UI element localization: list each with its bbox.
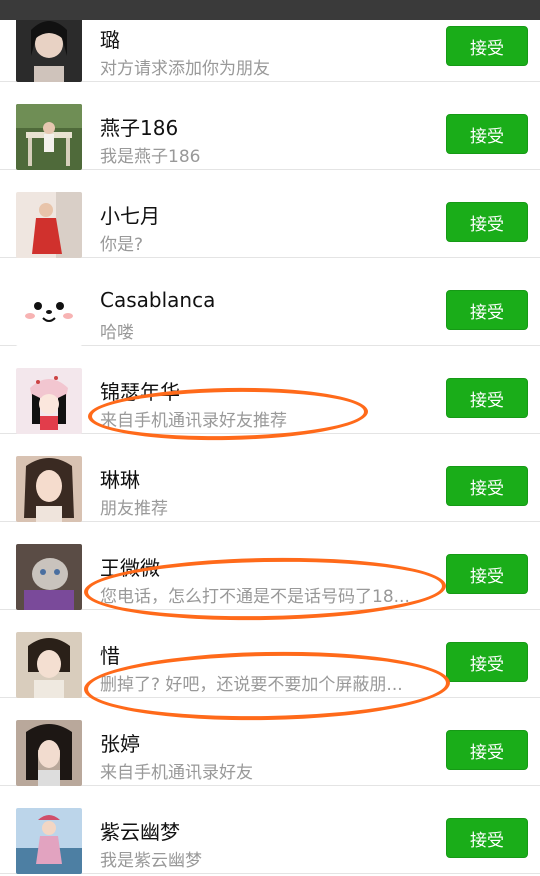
contact-name: 璐 (100, 28, 120, 52)
photo-avatar-icon[interactable] (16, 456, 82, 522)
list-item[interactable]: 小七月 你是? 接受 (0, 170, 540, 258)
contact-name: 紫云幽梦 (100, 820, 180, 844)
list-item[interactable]: 王微微 您电话，怎么打不通是不是话号码了18... 接受 (0, 522, 540, 610)
photo-avatar-icon[interactable] (16, 720, 82, 786)
list-item[interactable]: 紫云幽梦 我是紫云幽梦 接受 (0, 786, 540, 874)
contact-name: 惜 (100, 644, 120, 668)
request-message: 对方请求添加你为朋友 (100, 59, 270, 79)
contact-name: Casablanca (100, 288, 216, 312)
request-message: 朋友推荐 (100, 499, 168, 519)
list-item[interactable]: 张婷 来自手机通讯录好友 接受 (0, 698, 540, 786)
contact-name: 燕子186 (100, 116, 179, 140)
cartoon-seal-icon[interactable] (16, 280, 82, 346)
list-item[interactable]: 锦瑟年华 来自手机通讯录好友推荐 接受 (0, 346, 540, 434)
request-message: 你是? (100, 235, 144, 255)
photo-avatar-icon[interactable] (16, 192, 82, 258)
request-message: 我是燕子186 (100, 147, 201, 167)
contact-name: 张婷 (100, 732, 140, 756)
accept-button[interactable]: 接受 (446, 202, 528, 242)
accept-button[interactable]: 接受 (446, 730, 528, 770)
accept-button[interactable]: 接受 (446, 378, 528, 418)
accept-button[interactable]: 接受 (446, 290, 528, 330)
accept-button[interactable]: 接受 (446, 818, 528, 858)
contact-name: 锦瑟年华 (100, 380, 180, 404)
request-message: 来自手机通讯录好友推荐 (100, 411, 287, 431)
request-message: 我是紫云幽梦 (100, 851, 202, 871)
contact-name: 王微微 (100, 556, 160, 580)
request-message: 您电话，怎么打不通是不是话号码了18... (100, 587, 410, 607)
accept-button[interactable]: 接受 (446, 466, 528, 506)
accept-button[interactable]: 接受 (446, 642, 528, 682)
request-message: 来自手机通讯录好友 (100, 763, 253, 783)
list-item[interactable]: 琳琳 朋友推荐 接受 (0, 434, 540, 522)
cartoon-girl-icon[interactable] (16, 368, 82, 434)
photo-avatar-icon[interactable] (16, 808, 82, 874)
status-bar-overlay (0, 0, 540, 20)
photo-avatar-icon[interactable] (16, 16, 82, 82)
accept-button[interactable]: 接受 (446, 554, 528, 594)
photo-avatar-icon[interactable] (16, 544, 82, 610)
accept-button[interactable]: 接受 (446, 114, 528, 154)
contact-name: 小七月 (100, 204, 160, 228)
contact-name: 琳琳 (100, 468, 140, 492)
photo-avatar-icon[interactable] (16, 632, 82, 698)
photo-avatar-icon[interactable] (16, 104, 82, 170)
accept-button[interactable]: 接受 (446, 26, 528, 66)
request-message: 哈喽 (100, 323, 134, 343)
request-message: 删掉了? 好吧，还说要不要加个屏蔽朋... (100, 675, 403, 695)
list-item[interactable]: Casablanca 哈喽 接受 (0, 258, 540, 346)
list-item[interactable]: 惜 删掉了? 好吧，还说要不要加个屏蔽朋... 接受 (0, 610, 540, 698)
list-item[interactable]: 燕子186 我是燕子186 接受 (0, 82, 540, 170)
